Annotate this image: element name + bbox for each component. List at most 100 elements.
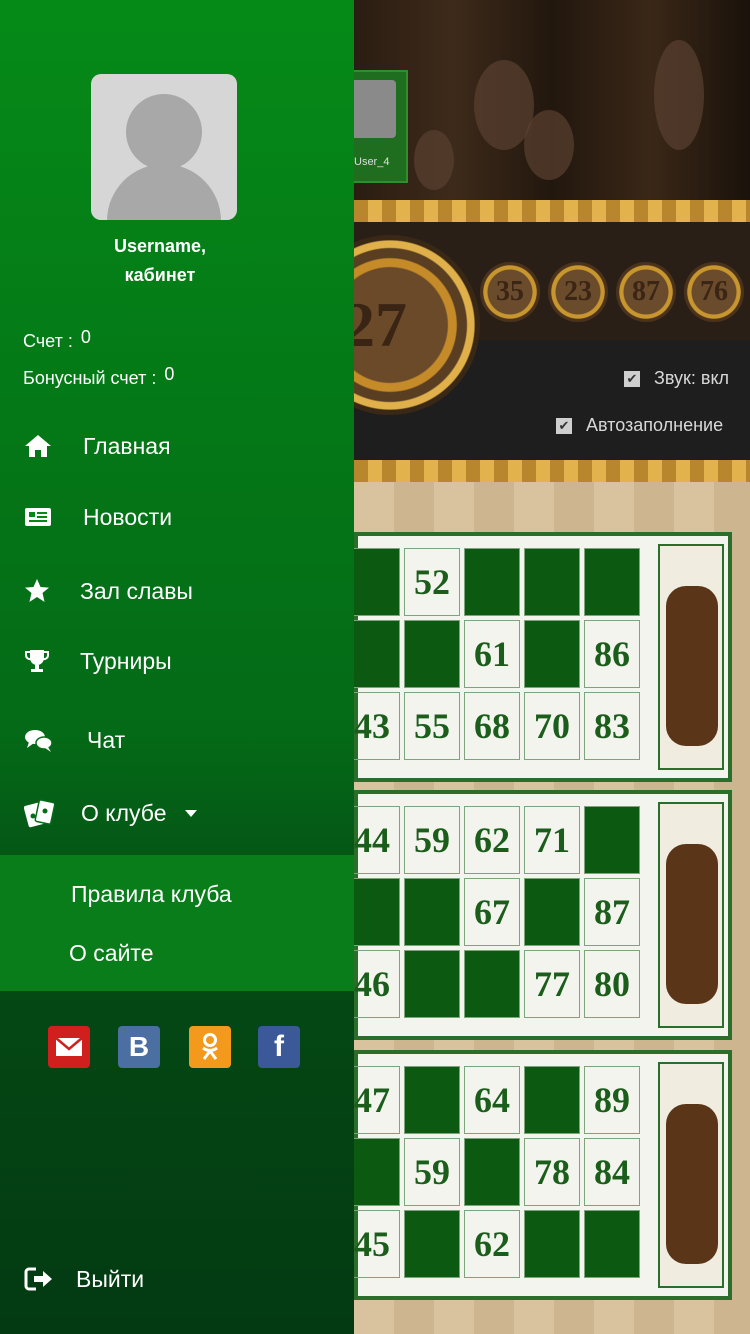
- bonus-value: 0: [164, 364, 175, 384]
- caret-down-icon: [185, 810, 197, 817]
- menu-item-about-club[interactable]: О клубе: [0, 785, 354, 841]
- ornament-rail: [354, 200, 750, 222]
- empty-cell: [524, 1210, 580, 1278]
- number-cell[interactable]: 71: [524, 806, 580, 874]
- menu-item-chat[interactable]: Чат: [0, 712, 354, 768]
- number-cell[interactable]: 84: [584, 1138, 640, 1206]
- number-cell[interactable]: 77: [524, 950, 580, 1018]
- lotto-card[interactable]: 44 59 62 71 67 87 46 77 80: [344, 790, 732, 1040]
- envelope-glyph: [55, 1037, 83, 1056]
- user-avatar[interactable]: [91, 74, 237, 220]
- empty-cell: [524, 548, 580, 616]
- lotto-card[interactable]: 47 64 89 59 78 84 45 62: [344, 1050, 732, 1300]
- email-icon[interactable]: [48, 1026, 90, 1068]
- autofill-toggle[interactable]: ✔ Автозаполнение: [556, 415, 723, 436]
- number-cell[interactable]: 89: [584, 1066, 640, 1134]
- menu-label: Новости: [83, 503, 173, 530]
- player-name: User_4: [354, 156, 390, 168]
- player-card[interactable]: User_4: [354, 70, 408, 183]
- about-club-submenu: Правила клуба О сайте: [0, 855, 354, 991]
- cards-icon: [24, 799, 56, 828]
- empty-cell: [404, 878, 460, 946]
- username[interactable]: Username,: [0, 236, 320, 257]
- menu-item-home[interactable]: Главная: [0, 418, 354, 474]
- home-icon: [25, 435, 51, 457]
- ok-glyph: [202, 1033, 218, 1060]
- previous-ball: 23: [548, 262, 608, 322]
- score-label: Счет :: [23, 331, 73, 351]
- submenu-item-rules[interactable]: Правила клуба: [71, 881, 232, 908]
- empty-cell: [524, 878, 580, 946]
- avatar-head: [126, 94, 202, 170]
- number-cell[interactable]: 70: [524, 692, 580, 760]
- chat-icon: [25, 730, 53, 752]
- menu-label: Чат: [87, 726, 126, 753]
- menu-label: О клубе: [81, 799, 167, 826]
- number-cell[interactable]: 78: [524, 1138, 580, 1206]
- bonus-label: Бонусный счет :: [23, 368, 157, 388]
- number-cell[interactable]: 68: [464, 692, 520, 760]
- number-cell[interactable]: 62: [464, 806, 520, 874]
- barrels-picture: [658, 544, 724, 770]
- ornament-rail: [354, 460, 750, 482]
- vk-icon[interactable]: B: [118, 1026, 160, 1068]
- menu-item-hall-of-fame[interactable]: Зал славы: [0, 563, 354, 619]
- empty-cell: [404, 950, 460, 1018]
- empty-cell: [584, 548, 640, 616]
- menu-item-news[interactable]: Новости: [0, 489, 354, 545]
- menu-label: Главная: [83, 432, 171, 459]
- empty-cell: [464, 1138, 520, 1206]
- number-cell[interactable]: 87: [584, 878, 640, 946]
- empty-cell: [404, 620, 460, 688]
- submenu-item-about-site[interactable]: О сайте: [69, 940, 154, 967]
- number-cell[interactable]: 86: [584, 620, 640, 688]
- number-cell[interactable]: 67: [464, 878, 520, 946]
- autofill-label: Автозаполнение: [586, 415, 724, 435]
- previous-ball: 87: [616, 262, 676, 322]
- player-avatar: [354, 80, 396, 138]
- ok-icon[interactable]: [189, 1026, 231, 1068]
- lotto-card[interactable]: 52 61 86 43 55 68 70 83: [344, 532, 732, 782]
- empty-cell: [584, 806, 640, 874]
- newspaper-icon: [25, 508, 51, 526]
- number-cell[interactable]: 61: [464, 620, 520, 688]
- menu-label: Зал славы: [80, 577, 193, 604]
- previous-ball: 76: [684, 262, 744, 322]
- trophy-icon: [25, 650, 49, 672]
- number-cell[interactable]: 83: [584, 692, 640, 760]
- checkbox-icon: ✔: [624, 370, 640, 387]
- number-cell[interactable]: 59: [404, 806, 460, 874]
- bag-picture: [658, 1062, 724, 1288]
- sound-label: Звук: вкл: [654, 368, 730, 388]
- number-cell[interactable]: 62: [464, 1210, 520, 1278]
- empty-cell: [524, 1066, 580, 1134]
- empty-cell: [464, 950, 520, 1018]
- empty-cell: [404, 1210, 460, 1278]
- menu-label: Турниры: [80, 647, 172, 674]
- avatar-body: [107, 164, 221, 220]
- score-row: Счет : 0: [23, 327, 91, 352]
- background-photo: [354, 0, 750, 200]
- logout-label: Выйти: [76, 1265, 145, 1292]
- sound-toggle[interactable]: ✔ Звук: вкл: [624, 368, 729, 389]
- number-cell[interactable]: 80: [584, 950, 640, 1018]
- number-cell[interactable]: 55: [404, 692, 460, 760]
- facebook-icon[interactable]: f: [258, 1026, 300, 1068]
- number-cell[interactable]: 52: [404, 548, 460, 616]
- star-icon: [25, 579, 49, 602]
- empty-cell: [584, 1210, 640, 1278]
- bonus-row: Бонусный счет : 0: [23, 364, 174, 389]
- empty-cell: [464, 548, 520, 616]
- number-cell[interactable]: 64: [464, 1066, 520, 1134]
- menu-item-tournaments[interactable]: Турниры: [0, 633, 354, 689]
- empty-cell: [404, 1066, 460, 1134]
- previous-ball: 35: [480, 262, 540, 322]
- score-value: 0: [80, 327, 91, 347]
- empty-cell: [524, 620, 580, 688]
- number-cell[interactable]: 59: [404, 1138, 460, 1206]
- checkbox-icon: ✔: [556, 417, 572, 434]
- sign-out-icon: [24, 1267, 52, 1291]
- logout-button[interactable]: Выйти: [0, 1251, 354, 1307]
- bag-picture: [658, 802, 724, 1028]
- cabinet-link[interactable]: кабинет: [0, 265, 320, 286]
